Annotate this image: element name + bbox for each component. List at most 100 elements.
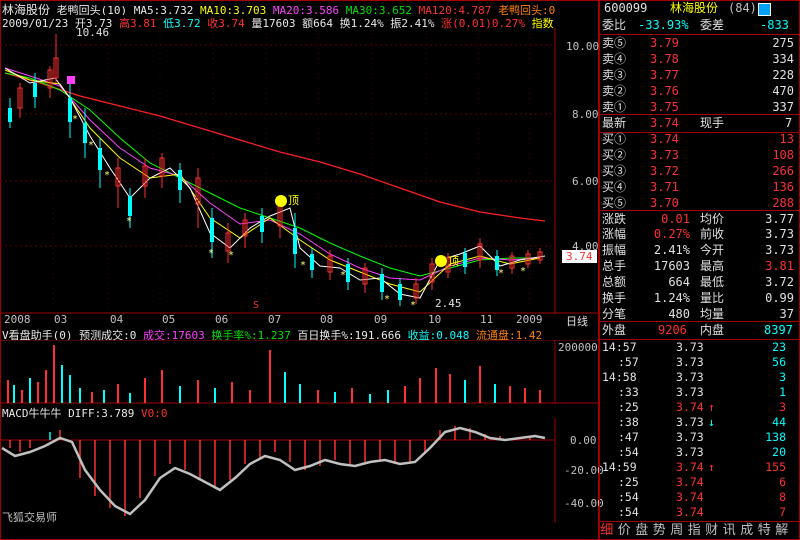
ask-label: 卖④ bbox=[602, 52, 627, 66]
quote-tab[interactable]: 周 bbox=[668, 522, 686, 540]
tick-price: 3.74 bbox=[676, 460, 704, 474]
bid-row[interactable]: 买① 3.74 13 bbox=[600, 131, 800, 148]
bid-row[interactable]: 买② 3.73 108 bbox=[600, 147, 800, 164]
tick-volume: 3 bbox=[779, 370, 786, 384]
weicha-value: -833 bbox=[760, 18, 789, 32]
macd-dea-line bbox=[1, 426, 546, 516]
ask-volume: 228 bbox=[772, 68, 794, 82]
quote-tab[interactable]: 财 bbox=[703, 522, 721, 540]
month-label: 04 bbox=[110, 313, 124, 326]
chart-header-line1: 林海股份 老鸭回头(10) MA5:3.732 MA10:3.703 MA20:… bbox=[2, 1, 598, 15]
tick-row[interactable]: 14:58 3.73 3 bbox=[600, 370, 800, 386]
tick-price: 3.74 bbox=[676, 490, 704, 504]
stat-value: 3.73 bbox=[765, 227, 794, 241]
quote-tab[interactable]: 指 bbox=[686, 522, 704, 540]
weicha-label: 委差 bbox=[700, 18, 725, 32]
svg-text:*: * bbox=[126, 216, 132, 227]
quote-tab[interactable]: 讯 bbox=[721, 522, 739, 540]
volume-bars bbox=[7, 345, 541, 403]
month-label: 08 bbox=[320, 313, 334, 326]
price-tick: 8.00 bbox=[572, 108, 599, 121]
tick-time: :54 bbox=[618, 445, 639, 459]
month-label: 09 bbox=[374, 313, 388, 326]
price-tick: 10.00 bbox=[566, 40, 600, 53]
quote-tab[interactable]: 价 bbox=[616, 522, 634, 540]
tick-row[interactable]: :54 3.74 8 bbox=[600, 490, 800, 506]
tick-row[interactable]: :57 3.73 56 bbox=[600, 355, 800, 371]
ask-row[interactable]: 卖② 3.76 470 bbox=[600, 83, 800, 100]
stat-value: 3.73 bbox=[765, 243, 794, 257]
bid-price: 3.71 bbox=[650, 180, 679, 194]
tick-row[interactable]: :25 3.74 ↑ 3 bbox=[600, 400, 800, 416]
price-axis: 10.00 8.00 6.00 4.00 3.74 bbox=[556, 28, 600, 314]
ask-volume: 470 bbox=[772, 84, 794, 98]
tick-price: 3.73 bbox=[676, 355, 704, 369]
stat-label: 涨幅 bbox=[602, 227, 627, 241]
tick-time: :25 bbox=[618, 400, 639, 414]
tick-row[interactable]: :54 3.73 20 bbox=[600, 445, 800, 461]
top-signal-label-1: 顶 bbox=[288, 194, 299, 207]
month-label: 11 bbox=[480, 313, 494, 326]
macd-header: MACD牛牛牛 DIFF:3.789 V0:0 bbox=[2, 405, 302, 420]
current-price-tag: 3.74 bbox=[562, 250, 597, 263]
quote-tab[interactable]: 势 bbox=[651, 522, 669, 540]
tick-time: :38 bbox=[618, 415, 639, 429]
ask-row[interactable]: 卖⑤ 3.79 275 bbox=[600, 35, 800, 52]
ma10-value: MA10:3.703 bbox=[200, 4, 267, 15]
svg-text:*: * bbox=[520, 266, 526, 277]
quote-tab[interactable]: 盘 bbox=[633, 522, 651, 540]
ask-row[interactable]: 卖④ 3.78 334 bbox=[600, 51, 800, 68]
tick-price: 3.74 bbox=[676, 400, 704, 414]
ma120-value: MA120:4.787 bbox=[418, 4, 492, 15]
bid-row[interactable]: 买③ 3.72 266 bbox=[600, 163, 800, 180]
svg-text:*: * bbox=[88, 140, 94, 151]
volume-chart[interactable] bbox=[0, 340, 599, 404]
ask-label: 卖③ bbox=[602, 68, 627, 82]
bid-volume: 13 bbox=[779, 132, 794, 146]
bid-volume: 136 bbox=[772, 180, 794, 194]
tick-volume: 3 bbox=[779, 400, 786, 414]
tick-volume: 56 bbox=[772, 355, 786, 369]
quote-window-icon[interactable] bbox=[758, 3, 771, 16]
tick-row[interactable]: 14:57 3.73 23 bbox=[600, 340, 800, 356]
macd-chart[interactable] bbox=[0, 418, 599, 523]
pattern-value: 老鸭回头:0 bbox=[498, 4, 556, 15]
bid-row[interactable]: 买④ 3.71 136 bbox=[600, 179, 800, 196]
tick-row[interactable]: :47 3.73 138 bbox=[600, 430, 800, 446]
ask-volume: 275 bbox=[772, 36, 794, 50]
stat-label: 最低 bbox=[700, 275, 725, 289]
tick-time: :57 bbox=[618, 355, 639, 369]
tick-row[interactable]: :54 3.74 7 bbox=[600, 505, 800, 521]
last-value: 3.74 bbox=[650, 116, 679, 130]
month-axis: 2008 03 04 05 06 07 08 09 10 11 12 2009 … bbox=[0, 313, 599, 328]
quote-tab[interactable]: 特 bbox=[756, 522, 774, 540]
ask-row[interactable]: 卖③ 3.77 228 bbox=[600, 67, 800, 84]
stock-count: (84) bbox=[728, 1, 757, 15]
volume-header: V看盘助手(0) 预测成交:0 成交:17603 换手率%:1.237 百日换手… bbox=[2, 327, 598, 341]
svg-text:*: * bbox=[498, 268, 504, 279]
stock-name: 林海股份 bbox=[670, 1, 719, 15]
bid-label: 买④ bbox=[602, 180, 627, 194]
tick-row[interactable]: :38 3.73 ↓ 44 bbox=[600, 415, 800, 431]
tick-row[interactable]: :25 3.74 6 bbox=[600, 475, 800, 491]
month-label: 2008 bbox=[4, 313, 31, 326]
formula-name[interactable]: 老鸭回头(10) bbox=[57, 4, 128, 15]
tick-price: 3.73 bbox=[676, 430, 704, 444]
quote-tab[interactable]: 成 bbox=[738, 522, 756, 540]
stat-value: 2.41% bbox=[653, 243, 690, 257]
tick-row[interactable]: :33 3.73 1 bbox=[600, 385, 800, 401]
price-chart[interactable]: * * * * * * * * * * * * bbox=[0, 28, 599, 314]
stat-label: 最高 bbox=[700, 259, 725, 273]
svg-text:*: * bbox=[104, 170, 110, 181]
stat-value: 3.72 bbox=[765, 275, 794, 289]
inner-label: 内盘 bbox=[700, 323, 725, 337]
quote-tab[interactable]: 细 bbox=[598, 522, 616, 540]
ma5-value: MA5:3.732 bbox=[133, 4, 194, 15]
ma20-value: MA20:3.586 bbox=[272, 4, 340, 15]
quote-tab[interactable]: 解 bbox=[773, 522, 791, 540]
top-signal-label-2: 顶 bbox=[448, 255, 459, 268]
quote-title-bar: 600099 林海股份 (84) bbox=[600, 0, 800, 17]
bid-price: 3.72 bbox=[650, 164, 679, 178]
tick-row[interactable]: 14:59 3.74 ↑ 155 bbox=[600, 460, 800, 476]
tick-price: 3.73 bbox=[676, 370, 704, 384]
